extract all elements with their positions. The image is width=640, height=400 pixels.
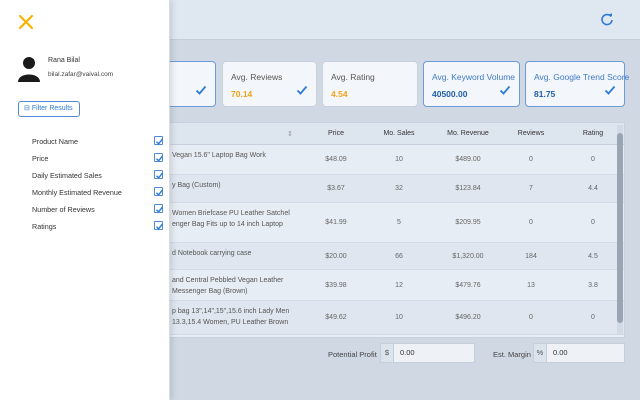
cell-mo-revenue: $479.76 <box>455 282 481 289</box>
table-row[interactable]: and Central Pebbled Vegan Leather Messen… <box>161 270 624 301</box>
table-footer: Potential Profit $ 0.00 Est. Margin % 0.… <box>160 340 625 368</box>
margin-percent-addon: % <box>533 343 547 363</box>
avatar <box>18 56 40 82</box>
user-email: bilal.zafar@vaival.com <box>48 71 114 78</box>
check-icon <box>604 85 616 95</box>
est-margin-input[interactable]: 0.00 <box>546 343 625 363</box>
cell-product-name: Vegan 15.6" Laptop Bag Work <box>172 152 266 159</box>
cell-product-name: d Notebook carrying case <box>172 250 252 257</box>
table-header: ⇕ Price Mo. Sales Mo. Revenue Reviews Ra… <box>161 123 624 145</box>
check-icon <box>195 85 207 95</box>
table-row[interactable]: Vegan 15.6" Laptop Bag Work $48.09 10 $489.… <box>161 145 624 175</box>
cell-mo-sales: 66 <box>395 253 403 260</box>
col-mo-revenue[interactable]: Mo. Revenue <box>443 130 493 137</box>
cell-mo-revenue: $209.95 <box>455 219 481 226</box>
check-icon <box>296 85 308 95</box>
cell-price: $48.09 <box>325 156 347 163</box>
cell-rating: 4.5 <box>588 253 598 260</box>
cell-rating: 4.4 <box>588 185 598 192</box>
filter-item-label: Product Name <box>32 137 78 146</box>
refresh-icon[interactable] <box>600 12 614 26</box>
stat-card-avg-reviews[interactable]: Avg. Reviews 70.14 <box>222 61 317 107</box>
potential-profit-label: Potential Profit <box>328 350 377 359</box>
cell-price: $39.98 <box>325 282 347 289</box>
avg-rating-value: 4.54 <box>331 89 348 99</box>
cell-mo-revenue: $489.00 <box>455 156 481 163</box>
cell-mo-revenue: $123.84 <box>455 185 481 192</box>
avg-google-trend-value: 81.75 <box>534 89 556 99</box>
filter-checkbox[interactable] <box>154 170 164 179</box>
filter-sidebar: Rana Bilal bilal.zafar@vaival.com ⊟ Filt… <box>0 0 170 400</box>
filter-checkbox[interactable] <box>154 187 164 196</box>
table-row[interactable]: Women Briefcase PU Leather Satchel enger… <box>161 203 624 243</box>
col-reviews[interactable]: Reviews <box>511 130 551 137</box>
cell-product-name: Women Briefcase PU Leather Satchel enger… <box>172 210 290 228</box>
table-row[interactable]: d Notebook carrying case $20.00 66 $1,320.0… <box>161 243 624 270</box>
cell-price: $49.62 <box>325 314 347 321</box>
filter-checkbox[interactable] <box>154 153 164 162</box>
cell-mo-sales: 10 <box>395 156 403 163</box>
avg-keyword-volume-value: 40500.00 <box>432 89 468 99</box>
filter-checkbox[interactable] <box>154 136 164 145</box>
check-icon <box>499 85 511 95</box>
cell-rating: 0 <box>591 219 595 226</box>
table-row[interactable]: y Bag (Custom) $3.67 32 $123.84 7 4.4 <box>161 175 624 203</box>
cell-rating: 0 <box>591 314 595 321</box>
cell-reviews: 0 <box>529 314 533 321</box>
cell-mo-revenue: $1,320.00 <box>452 253 484 260</box>
stat-card-avg-keyword-volume[interactable]: Avg. Keyword Volume 40500.00 <box>423 61 520 107</box>
filter-item-label: Daily Estimated Sales <box>32 171 102 180</box>
filter-checkbox[interactable] <box>154 221 164 230</box>
cell-rating: 0 <box>591 156 595 163</box>
table-scrollbar[interactable] <box>617 125 623 335</box>
user-name: Rana Bilal <box>48 57 80 64</box>
close-icon[interactable] <box>18 14 34 30</box>
col-mo-sales[interactable]: Mo. Sales <box>379 130 419 137</box>
avg-keyword-volume-label: Avg. Keyword Volume <box>432 72 515 82</box>
avg-google-trend-label: Avg. Google Trend Score <box>534 72 630 82</box>
col-price[interactable]: Price <box>316 130 356 137</box>
avg-rating-label: Avg. Rating <box>331 72 375 82</box>
stat-card-avg-google-trend[interactable]: Avg. Google Trend Score 81.75 <box>525 61 629 107</box>
cell-mo-revenue: $496.20 <box>455 314 481 321</box>
cell-mo-sales: 32 <box>395 185 403 192</box>
table-row[interactable]: p bag 13",14",15",15.6 inch Lady Men 13.… <box>161 301 624 335</box>
filter-results-label: Filter Results <box>31 105 73 112</box>
cell-price: $41.99 <box>325 219 347 226</box>
cell-reviews: 184 <box>525 253 537 260</box>
est-margin-label: Est. Margin <box>493 350 531 359</box>
cell-price: $20.00 <box>325 253 347 260</box>
stat-card-avg-rating[interactable]: Avg. Rating 4.54 <box>322 61 418 107</box>
filter-checkbox[interactable] <box>154 204 164 213</box>
potential-profit-input[interactable]: 0.00 <box>393 343 475 363</box>
cell-product-name: and Central Pebbled Vegan Leather Messen… <box>172 277 284 295</box>
cell-mo-sales: 10 <box>395 314 403 321</box>
products-table: ⇕ Price Mo. Sales Mo. Revenue Reviews Ra… <box>160 122 625 338</box>
avg-reviews-value: 70.14 <box>231 89 253 99</box>
filter-item-label: Price <box>32 154 49 163</box>
cell-reviews: 13 <box>527 282 535 289</box>
filter-results-button[interactable]: ⊟ Filter Results <box>18 101 80 117</box>
cell-reviews: 7 <box>529 185 533 192</box>
cell-rating: 3.8 <box>588 282 598 289</box>
filter-icon: ⊟ <box>24 105 30 112</box>
cell-reviews: 0 <box>529 156 533 163</box>
table-scrollbar-thumb[interactable] <box>617 133 623 323</box>
filter-item-label: Monthly Estimated Revenue <box>32 188 122 197</box>
sort-icon[interactable]: ⇕ <box>287 130 293 138</box>
col-rating[interactable]: Rating <box>573 130 613 137</box>
cell-mo-sales: 5 <box>397 219 401 226</box>
filter-item-label: Number of Reviews <box>32 205 95 214</box>
avg-reviews-label: Avg. Reviews <box>231 72 283 82</box>
cell-price: $3.67 <box>327 185 345 192</box>
cell-reviews: 0 <box>529 219 533 226</box>
cell-product-name: y Bag (Custom) <box>172 182 221 189</box>
filter-item-label: Ratings <box>32 222 57 231</box>
cell-mo-sales: 12 <box>395 282 403 289</box>
profit-currency-addon: $ <box>380 343 394 363</box>
cell-product-name: p bag 13",14",15",15.6 inch Lady Men 13.… <box>172 308 290 326</box>
